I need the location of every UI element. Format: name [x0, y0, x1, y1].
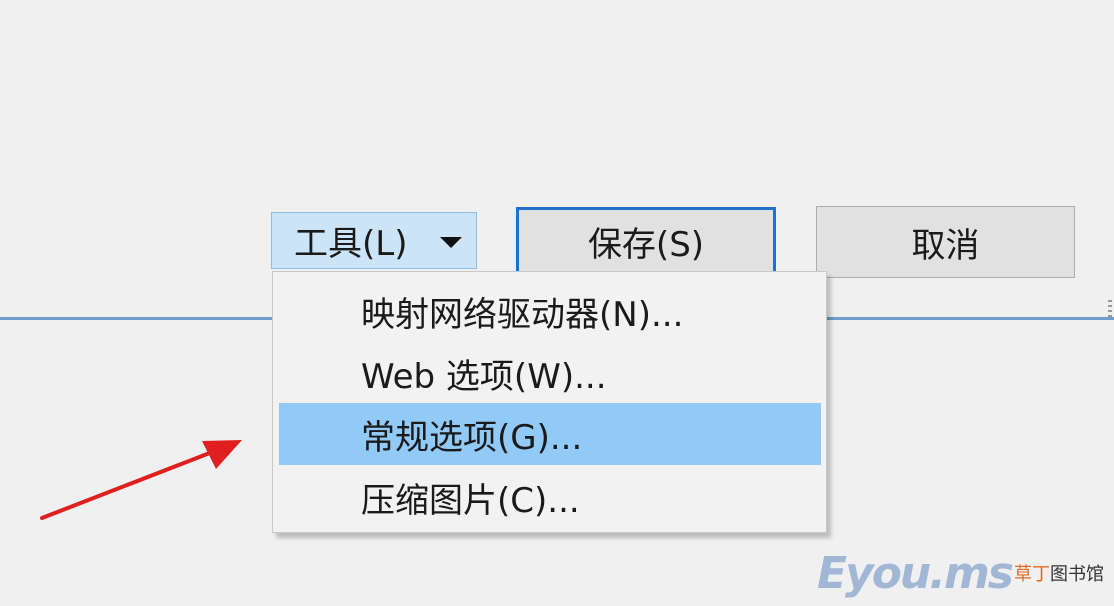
- watermark-text: 草丁图书馆: [1014, 560, 1104, 586]
- menu-item-label: 压缩图片(C)...: [361, 480, 580, 521]
- watermark-logo: Eyou.ms: [816, 547, 1014, 599]
- save-button[interactable]: 保存(S): [516, 207, 776, 275]
- save-button-label: 保存(S): [587, 224, 705, 265]
- tools-button-label: 工具(L): [294, 224, 408, 264]
- tools-menu: 映射网络驱动器(N)... Web 选项(W)... 常规选项(G)... 压缩…: [272, 271, 827, 533]
- watermark-main-text: 图书馆: [1050, 564, 1104, 585]
- menu-item-label: Web 选项(W)...: [361, 356, 607, 397]
- menu-item-label: 常规选项(G)...: [361, 417, 583, 458]
- menu-item-compress-pictures[interactable]: 压缩图片(C)...: [279, 466, 821, 528]
- cancel-button[interactable]: 取消: [816, 206, 1075, 278]
- menu-item-map-network-drive[interactable]: 映射网络驱动器(N)...: [279, 280, 821, 342]
- cancel-button-label: 取消: [911, 225, 980, 266]
- chevron-down-icon: [440, 237, 462, 248]
- dialog-window: 工具(L) 保存(S) 取消 映射网络驱动器(N)... Web 选项(W)..…: [0, 0, 1114, 606]
- menu-item-web-options[interactable]: Web 选项(W)...: [279, 342, 821, 404]
- tools-dropdown-button[interactable]: 工具(L): [271, 212, 477, 269]
- menu-item-general-options[interactable]: 常规选项(G)...: [279, 403, 821, 465]
- watermark: Eyou.ms 草丁图书馆: [817, 548, 1104, 599]
- arrow-shaft: [40, 447, 222, 520]
- resize-grip[interactable]: [1108, 300, 1112, 318]
- watermark-accent-text: 草丁: [1014, 564, 1050, 585]
- red-arrow-icon: [40, 440, 242, 520]
- menu-item-label: 映射网络驱动器(N)...: [361, 294, 684, 335]
